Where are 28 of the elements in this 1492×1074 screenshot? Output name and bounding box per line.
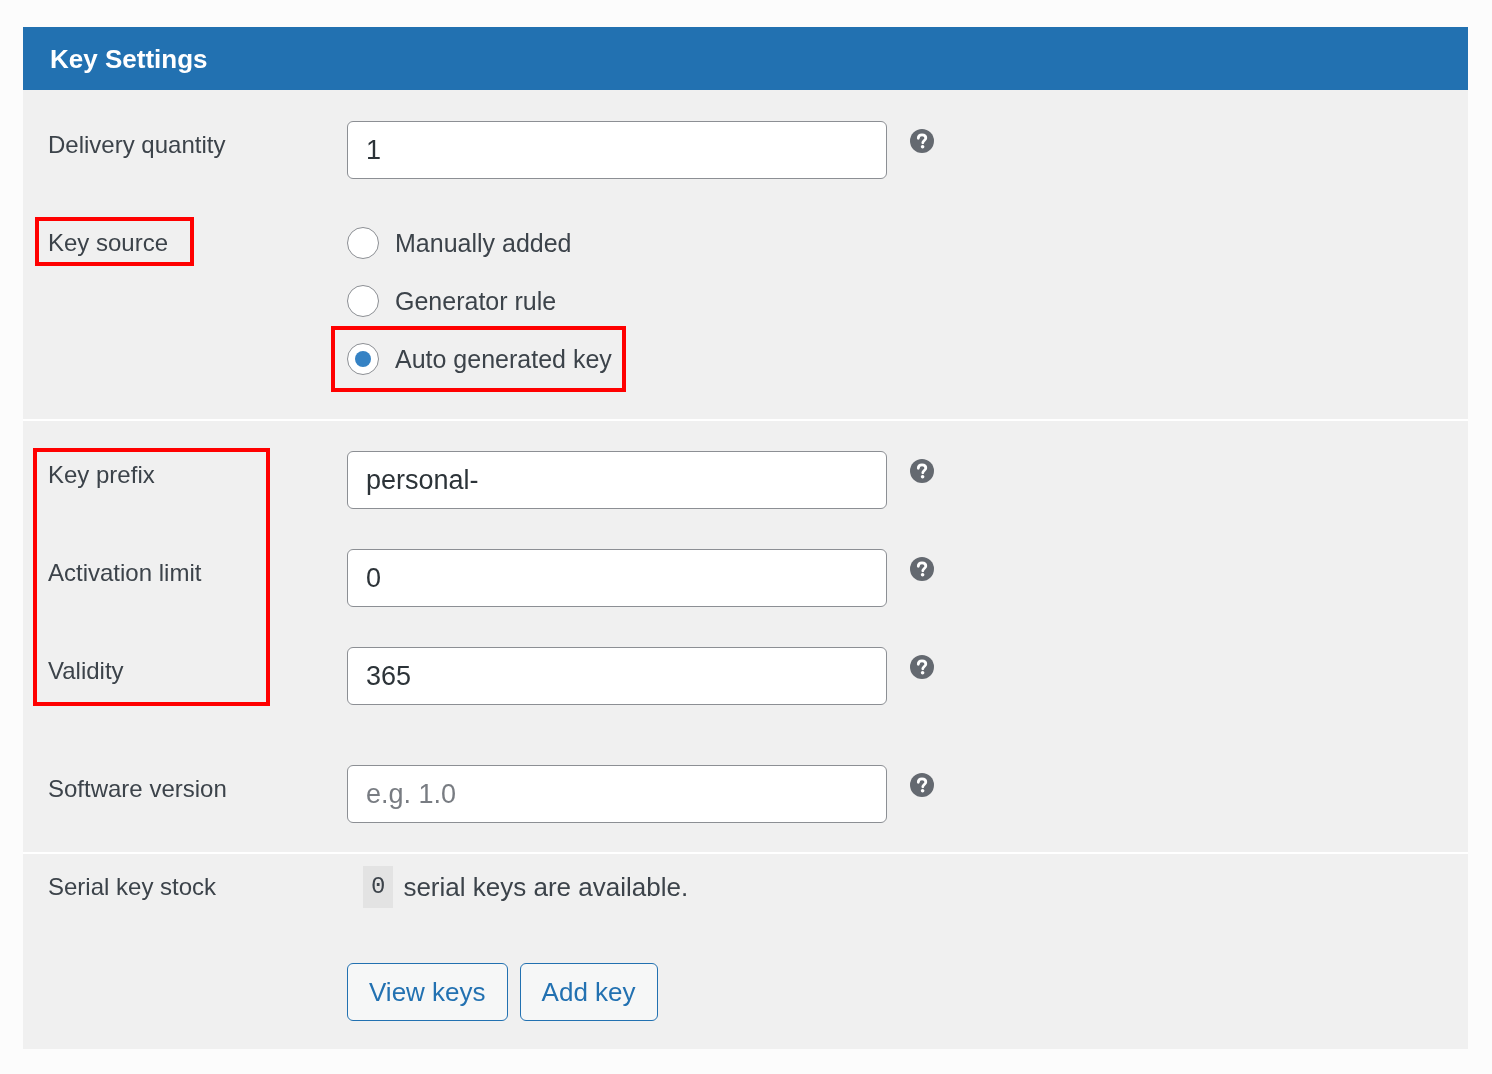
help-icon[interactable]: [910, 655, 934, 679]
radio-button[interactable]: [347, 227, 379, 259]
help-icon[interactable]: [910, 557, 934, 581]
radio-label[interactable]: Manually added: [395, 228, 572, 258]
stock-text: serial keys are available.: [403, 872, 689, 902]
field-label: Serial key stock: [48, 873, 217, 901]
input-field[interactable]: 365: [347, 647, 887, 705]
help-icon[interactable]: [910, 459, 934, 483]
field-label: Key source: [48, 229, 169, 257]
input-field[interactable]: 1: [347, 121, 887, 179]
field-label: Key prefix: [48, 461, 156, 489]
input-field[interactable]: 0: [347, 549, 887, 607]
radio-button[interactable]: [347, 343, 379, 375]
field-label: Validity: [48, 657, 125, 685]
stock-count: 0: [363, 866, 394, 908]
input-field[interactable]: personal-: [347, 451, 887, 509]
field-label: Software version: [48, 775, 227, 803]
input-field[interactable]: e.g. 1.0: [347, 765, 887, 823]
radio-label[interactable]: Auto generated key: [395, 344, 612, 374]
action-button[interactable]: View keys: [347, 963, 508, 1021]
help-icon[interactable]: [910, 773, 934, 797]
help-icon[interactable]: [910, 129, 934, 153]
field-label: Delivery quantity: [48, 131, 226, 159]
radio-button[interactable]: [347, 285, 379, 317]
panel-title: Key Settings: [50, 45, 208, 72]
radio-label[interactable]: Generator rule: [395, 286, 557, 316]
action-button[interactable]: Add key: [519, 963, 658, 1021]
field-label: Activation limit: [48, 559, 203, 587]
